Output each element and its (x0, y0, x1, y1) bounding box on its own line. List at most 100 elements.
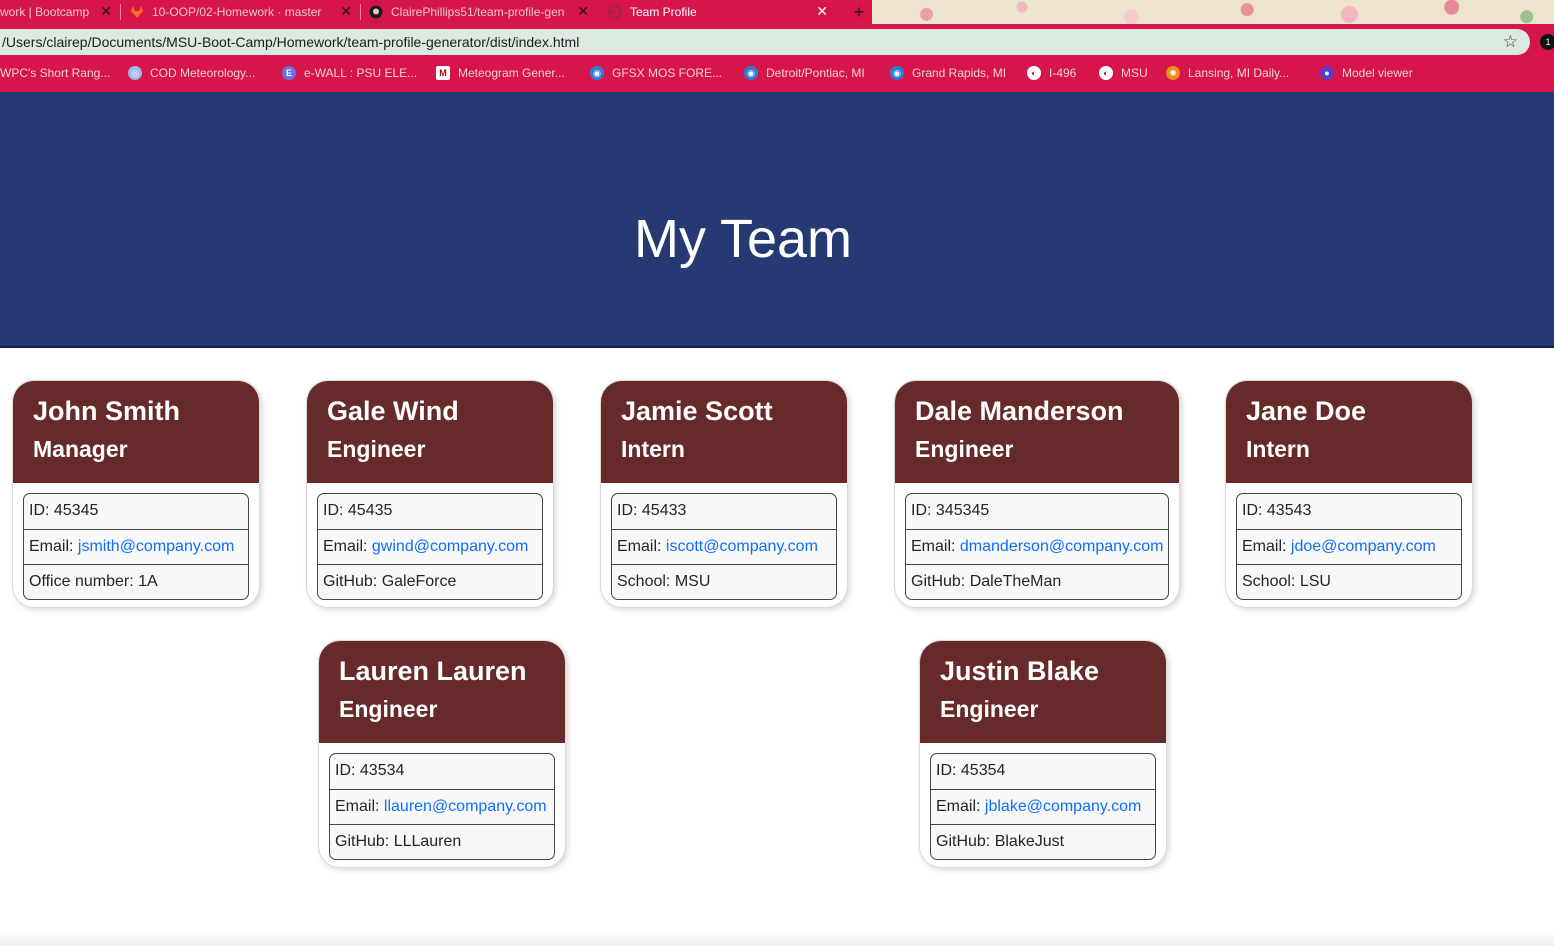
card-body: ID: 43534 Email: llauren@company.com Git… (319, 743, 565, 860)
bookmark-item[interactable]: ◉ Grand Rapids, MI (890, 66, 1006, 80)
model-icon: ● (1320, 66, 1334, 80)
email-link[interactable]: jdoe@company.com (1291, 538, 1436, 555)
employee-card: Jane Doe Intern ID: 43543 Email: jdoe@co… (1225, 380, 1473, 608)
employee-email-row: Email: llauren@company.com (330, 789, 554, 824)
employee-card: Justin Blake Engineer ID: 45354 Email: j… (919, 640, 1167, 868)
bookmark-label: Lansing, MI Daily... (1188, 66, 1290, 80)
tab-gitlab[interactable]: 10-OOP/02-Homework · master ✕ (130, 0, 358, 24)
bookmark-label: COD Meteorology... (150, 66, 256, 80)
employee-name: Dale Manderson (915, 396, 1124, 426)
info-list: ID: 45435 Email: gwind@company.com GitHu… (317, 493, 543, 600)
employee-name: Jamie Scott (621, 396, 773, 426)
bookmark-item[interactable]: ◎ COD Meteorology... (128, 66, 255, 80)
employee-school: School: LSU (1237, 564, 1461, 599)
card-header: Justin Blake Engineer (920, 641, 1166, 743)
email-link[interactable]: gwind@company.com (372, 538, 528, 555)
bookmark-item[interactable]: M Meteogram Gener... (436, 66, 565, 80)
employee-name: John Smith (33, 396, 180, 426)
globe-icon: ◐ (1027, 66, 1041, 80)
meteogram-icon: M (436, 66, 450, 80)
employee-email-row: Email: gwind@company.com (318, 529, 542, 564)
card-header: Lauren Lauren Engineer (319, 641, 565, 743)
employee-github: GitHub: GaleForce (318, 564, 542, 599)
bookmark-label: Meteogram Gener... (458, 66, 565, 80)
employee-email-row: Email: jsmith@company.com (24, 529, 248, 564)
employee-github: GitHub: BlakeJust (931, 824, 1155, 859)
employee-role: Engineer (940, 696, 1039, 722)
bookmark-label: I-496 (1049, 66, 1077, 80)
employee-id: ID: 43534 (335, 762, 405, 779)
employee-name: Justin Blake (940, 656, 1100, 686)
employee-email-row: Email: jblake@company.com (931, 789, 1155, 824)
employee-id: ID: 345345 (911, 502, 990, 519)
employee-name: Gale Wind (327, 396, 459, 426)
employee-id: ID: 45354 (936, 762, 1006, 779)
employee-id: ID: 45433 (617, 502, 687, 519)
close-icon[interactable]: ✕ (100, 3, 112, 20)
tab-title: ClairePhillips51/team-profile-generator (391, 5, 565, 19)
url-text[interactable]: /Users/clairep/Documents/MSU-Boot-Camp/H… (0, 34, 579, 50)
bookmark-item[interactable]: ✺ Lansing, MI Daily... (1166, 66, 1289, 80)
email-link[interactable]: jblake@company.com (985, 798, 1141, 815)
globe-icon: ◐ (1099, 66, 1113, 80)
employee-role: Engineer (915, 436, 1014, 462)
tab-strip: work | Bootcamp ✕ 10-OOP/02-Homework · m… (0, 0, 1554, 26)
bookmark-item[interactable]: ◐ I-496 (1027, 66, 1076, 80)
email-link[interactable]: llauren@company.com (384, 798, 547, 815)
close-icon[interactable]: ✕ (577, 3, 589, 20)
page-bottom-edge (0, 930, 1554, 946)
employee-email-row: Email: dmanderson@company.com (906, 529, 1168, 564)
omnibox[interactable]: /Users/clairep/Documents/MSU-Boot-Camp/H… (0, 29, 1530, 55)
info-list: ID: 45433 Email: iscott@company.com Scho… (611, 493, 837, 600)
employee-role: Engineer (327, 436, 426, 462)
extension-icon[interactable]: 1 (1540, 34, 1554, 50)
noaa-icon: ◉ (744, 66, 758, 80)
card-header: Jamie Scott Intern (601, 381, 847, 483)
bookmark-item[interactable]: ◐ MSU (1099, 66, 1148, 80)
card-header: John Smith Manager (13, 381, 259, 483)
email-link[interactable]: jsmith@company.com (78, 538, 234, 555)
cod-icon: ◎ (128, 66, 142, 80)
page-title: My Team (633, 209, 853, 269)
bookmark-item[interactable]: ● Model viewer (1320, 66, 1413, 80)
bookmark-item[interactable]: ◉ Detroit/Pontiac, MI (744, 66, 865, 80)
email-label: Email: (617, 538, 666, 555)
tab-bootcamp[interactable]: work | Bootcamp ✕ (0, 0, 118, 24)
card-header: Dale Manderson Engineer (895, 381, 1179, 483)
email-label: Email: (323, 538, 372, 555)
email-link[interactable]: iscott@company.com (666, 538, 818, 555)
theme-background (872, 0, 1554, 24)
employee-name: Jane Doe (1246, 396, 1367, 426)
info-list: ID: 345345 Email: dmanderson@company.com… (905, 493, 1169, 600)
employee-role: Intern (1246, 436, 1310, 462)
card-body: ID: 43543 Email: jdoe@company.com School… (1226, 483, 1472, 600)
bookmark-label: e-WALL : PSU ELE... (304, 66, 418, 80)
bookmark-star-icon[interactable]: ☆ (1503, 32, 1518, 52)
tab-team-profile[interactable]: Team Profile ✕ (598, 0, 836, 24)
employee-name: Lauren Lauren (339, 656, 527, 686)
ewall-icon: E (282, 66, 296, 80)
email-label: Email: (911, 538, 960, 555)
close-icon[interactable]: ✕ (340, 3, 352, 20)
github-icon (369, 5, 383, 19)
email-link[interactable]: dmanderson@company.com (960, 538, 1164, 555)
bookmark-label: GFSX MOS FORE... (612, 66, 723, 80)
bookmark-item[interactable]: ◉ GFSX MOS FORE... (590, 66, 722, 80)
card-header: Jane Doe Intern (1226, 381, 1472, 483)
bookmark-item[interactable]: WPC's Short Rang... (0, 66, 110, 80)
employee-card: Dale Manderson Engineer ID: 345345 Email… (894, 380, 1180, 608)
new-tab-button[interactable]: + (846, 0, 872, 24)
close-icon[interactable]: ✕ (816, 3, 828, 20)
noaa-icon: ◉ (590, 66, 604, 80)
email-label: Email: (1242, 538, 1291, 555)
bookmark-item[interactable]: E e-WALL : PSU ELE... (282, 66, 417, 80)
info-list: ID: 45345 Email: jsmith@company.com Offi… (23, 493, 249, 600)
employee-card: Gale Wind Engineer ID: 45435 Email: gwin… (306, 380, 554, 608)
employee-github: GitHub: LLLauren (330, 824, 554, 859)
tab-github[interactable]: ClairePhillips51/team-profile-generator … (369, 0, 595, 24)
employee-card: John Smith Manager ID: 45345 Email: jsmi… (12, 380, 260, 608)
employee-office: Office number: 1A (24, 564, 248, 599)
card-body: ID: 45433 Email: iscott@company.com Scho… (601, 483, 847, 600)
sun-icon: ✺ (1166, 66, 1180, 80)
card-body: ID: 45345 Email: jsmith@company.com Offi… (13, 483, 259, 600)
